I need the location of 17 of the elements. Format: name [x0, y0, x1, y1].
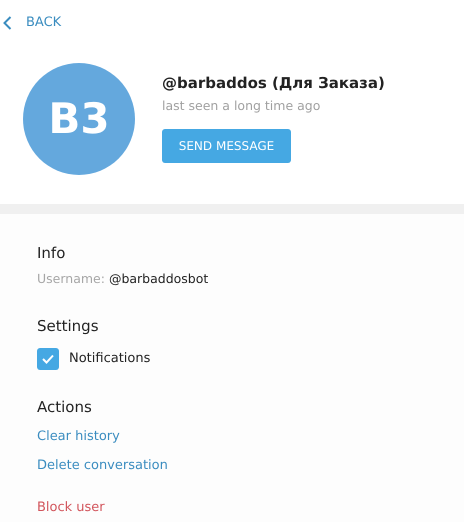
- username-label: Username:: [37, 270, 105, 288]
- back-icon: [3, 16, 12, 30]
- action-link[interactable]: Delete conversation: [37, 456, 168, 476]
- section-title: Settings: [37, 316, 99, 338]
- contact-name: @barbaddos (Для Заказа): [162, 72, 385, 92]
- back-button[interactable]: BACK: [0, 0, 62, 32]
- username-value: @barbaddosbot: [108, 270, 208, 288]
- section-title: Actions: [37, 396, 92, 418]
- checkbox-label: Notifications: [69, 350, 150, 368]
- action-link[interactable]: Clear history: [37, 427, 120, 447]
- action-link[interactable]: Block user: [37, 498, 105, 518]
- checkbox[interactable]: [37, 348, 59, 370]
- send-message-button[interactable]: SEND MESSAGE: [162, 129, 291, 164]
- avatar: B3: [23, 62, 135, 174]
- section-title: Info: [37, 243, 66, 264]
- last-seen-status: last seen a long time ago: [162, 96, 322, 115]
- check-icon: [42, 354, 54, 364]
